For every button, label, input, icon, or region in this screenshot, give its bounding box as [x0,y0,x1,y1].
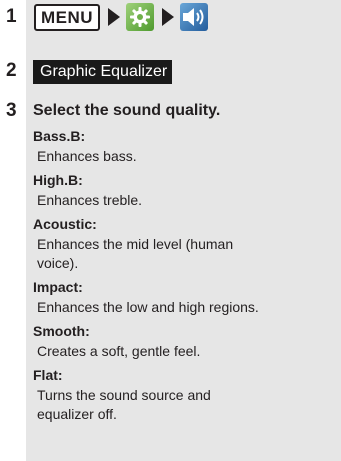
instruction-text: Select the sound quality. [33,102,221,119]
option-name-bass: Bass.B: [33,128,86,144]
graphic-equalizer-label: Graphic Equalizer [33,60,173,84]
arrow-right-icon [108,8,121,26]
menu-button: MENU [34,3,101,31]
option-desc-acoustic: Enhances the mid level (human voice). [37,236,234,271]
option-name-acoustic: Acoustic: [33,216,97,232]
step-number-1: 1 [6,6,17,27]
sound-quality-options: Bass.B: Enhances bass. High.B: Enhances … [33,128,338,424]
option-name-smooth: Smooth: [33,323,90,339]
option-desc-bass: Enhances bass. [37,148,137,164]
option-name-impact: Impact: [33,279,83,295]
option-desc-smooth: Creates a soft, gentle feel. [37,343,201,359]
option-name-high: High.B: [33,172,83,188]
option-name-flat: Flat: [33,367,63,383]
step-number-2: 2 [6,60,17,81]
step-number-3: 3 [6,100,17,121]
option-desc-flat: Turns the sound source and equalizer off… [37,387,211,422]
arrow-right-icon [162,8,175,26]
speaker-icon [180,3,209,31]
menu-path: MENU [34,2,209,32]
option-desc-impact: Enhances the low and high regions. [37,299,259,315]
gear-icon [126,3,155,31]
option-desc-high: Enhances treble. [37,192,143,208]
